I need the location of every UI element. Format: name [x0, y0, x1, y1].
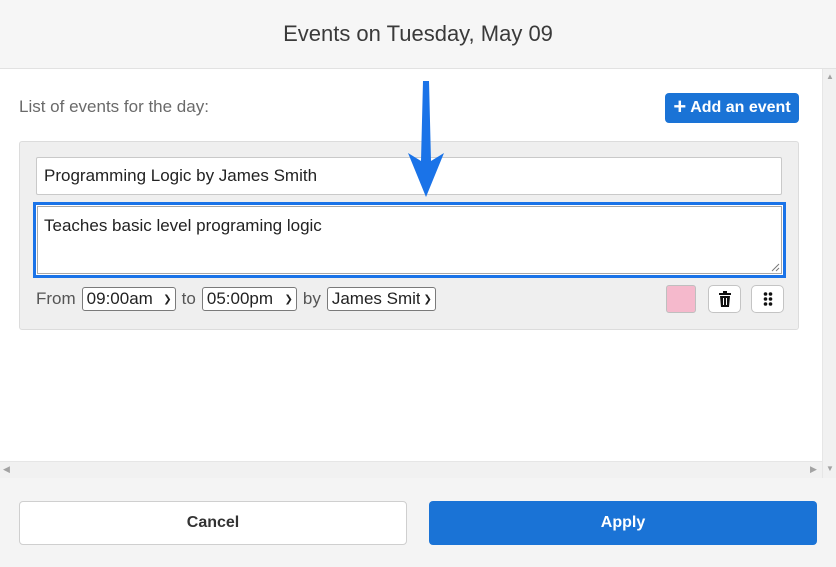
dialog-header: Events on Tuesday, May 09: [0, 0, 836, 69]
plus-icon: +: [673, 94, 687, 119]
scroll-left-icon[interactable]: ◀: [3, 464, 10, 475]
from-time-select[interactable]: 09:00am ❯: [81, 287, 176, 311]
add-event-label: Add an event: [690, 99, 791, 116]
scroll-right-icon[interactable]: ▶: [810, 464, 817, 475]
events-list-label: List of events for the day:: [19, 97, 209, 116]
by-label: by: [302, 289, 321, 308]
chevron-down-icon: ❯: [163, 293, 172, 305]
chevron-down-icon: ❯: [284, 293, 293, 305]
dialog-content: List of events for the day: + Add an eve…: [0, 69, 822, 461]
dialog-footer: Cancel Apply: [0, 478, 836, 567]
cancel-button[interactable]: Cancel: [19, 501, 407, 545]
resize-grip-icon[interactable]: [771, 263, 780, 272]
horizontal-scrollbar[interactable]: ◀ ▶: [0, 461, 822, 478]
dialog-title: Events on Tuesday, May 09: [283, 21, 553, 46]
to-label: to: [181, 289, 196, 308]
event-description-textarea[interactable]: Teaches basic level programing logic: [37, 206, 782, 274]
drag-handle-icon: [763, 292, 772, 306]
vertical-scrollbar[interactable]: ▲ ▼: [822, 69, 836, 478]
scroll-down-icon[interactable]: ▼: [826, 464, 834, 473]
arrow-down-icon: [408, 81, 444, 197]
time-row: From 09:00am ❯ to 05:00pm ❯ by James Smi…: [36, 286, 456, 312]
apply-button[interactable]: Apply: [429, 501, 817, 545]
delete-event-button[interactable]: [708, 285, 741, 313]
description-focus-highlight: Teaches basic level programing logic: [33, 202, 786, 278]
to-time-select[interactable]: 05:00pm ❯: [201, 287, 297, 311]
event-color-swatch[interactable]: [666, 285, 696, 313]
from-label: From: [36, 289, 76, 308]
to-time-value: 05:00pm: [206, 289, 274, 308]
owner-select[interactable]: James Smith ❯: [326, 287, 436, 311]
owner-value: James Smith: [331, 289, 421, 308]
chevron-down-icon: ❯: [423, 293, 432, 305]
drag-event-button[interactable]: [751, 285, 784, 313]
add-event-button[interactable]: + Add an event: [665, 93, 799, 123]
from-time-value: 09:00am: [86, 289, 153, 308]
trash-icon: [718, 291, 731, 307]
scroll-up-icon[interactable]: ▲: [826, 72, 834, 81]
